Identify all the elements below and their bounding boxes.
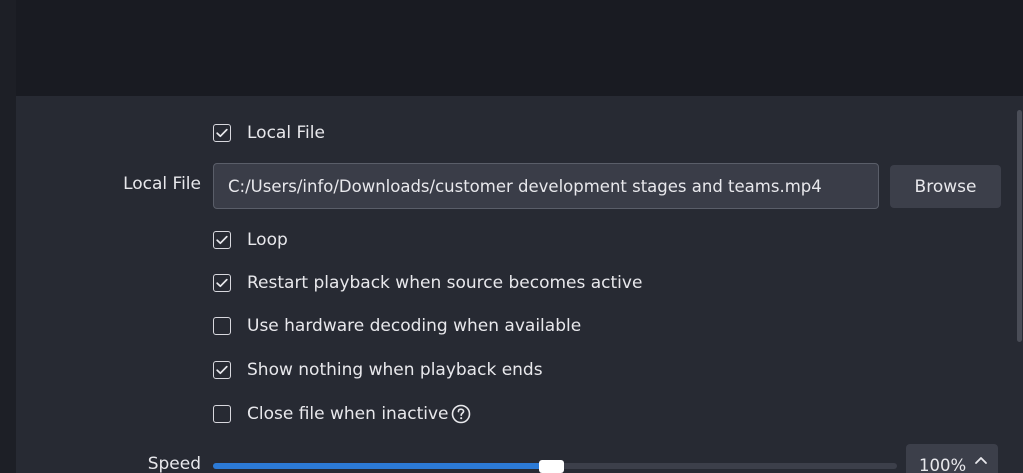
restart-playback-checkbox[interactable]: Restart playback when source becomes act… <box>213 271 642 295</box>
checkbox-box[interactable] <box>213 361 231 379</box>
slider-fill <box>213 463 552 469</box>
hardware-decoding-label: Use hardware decoding when available <box>247 316 582 336</box>
checkmark-icon <box>216 128 228 138</box>
local-file-label: Local File <box>123 174 201 194</box>
speed-label: Speed <box>147 454 201 473</box>
slider-thumb[interactable] <box>539 460 565 473</box>
media-source-properties: Local File Local File Browse Loop Restar… <box>0 0 1023 473</box>
speed-value: 100% <box>919 456 967 473</box>
restart-playback-label: Restart playback when source becomes act… <box>247 273 643 293</box>
checkmark-icon <box>216 365 228 375</box>
chevron-up-icon[interactable] <box>974 450 988 464</box>
close-file-checkbox[interactable]: Close file when inactive <box>213 402 471 426</box>
local-file-checkbox-label: Local File <box>247 123 325 143</box>
checkmark-icon <box>216 278 228 288</box>
properties-scrollbar[interactable] <box>1016 96 1023 473</box>
loop-checkbox[interactable]: Loop <box>213 228 288 252</box>
checkbox-box[interactable] <box>213 317 231 335</box>
left-edge <box>0 0 16 473</box>
speed-spinbox[interactable]: 100% <box>906 444 998 473</box>
checkbox-box[interactable] <box>213 405 231 423</box>
preview-area <box>16 0 1023 96</box>
show-nothing-label: Show nothing when playback ends <box>247 360 543 380</box>
checkbox-box[interactable] <box>213 124 231 142</box>
speed-slider[interactable] <box>213 456 897 473</box>
hardware-decoding-checkbox[interactable]: Use hardware decoding when available <box>213 314 581 338</box>
close-file-label: Close file when inactive <box>247 404 449 424</box>
scrollbar-thumb[interactable] <box>1017 110 1022 342</box>
show-nothing-checkbox[interactable]: Show nothing when playback ends <box>213 358 543 382</box>
loop-label: Loop <box>247 230 288 250</box>
checkmark-icon <box>216 235 228 245</box>
help-circle-icon[interactable] <box>451 404 471 424</box>
checkbox-box[interactable] <box>213 274 231 292</box>
local-file-path-input[interactable] <box>213 163 879 209</box>
local-file-checkbox[interactable]: Local File <box>213 121 325 145</box>
checkbox-box[interactable] <box>213 231 231 249</box>
browse-button[interactable]: Browse <box>890 165 1001 208</box>
